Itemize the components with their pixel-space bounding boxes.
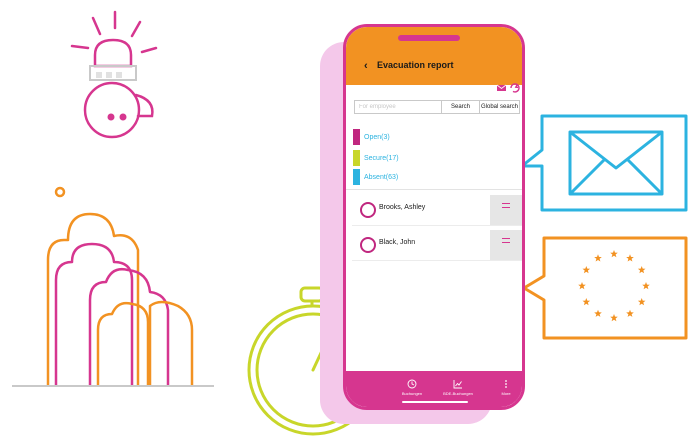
tab-more[interactable]: More	[486, 379, 522, 396]
row-menu-button[interactable]	[490, 230, 522, 260]
people-icon	[12, 186, 214, 387]
eu-stars-icon	[522, 236, 688, 340]
siren-icon	[70, 10, 158, 139]
status-label: Secure(17)	[364, 154, 399, 162]
tab-label: Buchungen	[401, 391, 423, 396]
home-indicator	[402, 401, 468, 403]
search-button[interactable]: Search	[441, 101, 479, 113]
tab-label: BDE-Buchungen	[443, 391, 473, 396]
menu-icon	[502, 238, 510, 243]
list-item[interactable]: Black, John	[352, 230, 522, 261]
back-chevron-icon[interactable]: ‹	[364, 60, 368, 72]
employee-name: Brooks, Ashley	[379, 204, 426, 211]
status-color-bar	[353, 169, 360, 185]
row-menu-button[interactable]	[490, 195, 522, 225]
status-group-secure[interactable]: Secure(17)	[353, 150, 399, 166]
divider	[346, 189, 522, 190]
tab-bde-buchungen[interactable]: BDE-Buchungen	[438, 379, 478, 396]
app-header: ‹ Evacuation report	[346, 27, 522, 85]
toolbar-icons	[496, 83, 520, 93]
status-circle-icon	[360, 202, 376, 218]
status-group-absent[interactable]: Absent(63)	[353, 169, 398, 185]
list-item[interactable]: Brooks, Ashley	[352, 195, 522, 226]
phone-notch	[398, 35, 460, 41]
employee-search-input[interactable]	[355, 101, 441, 113]
bottom-tab-bar: Buchungen BDE-Buchungen More	[346, 371, 522, 407]
status-label: Open(3)	[364, 133, 390, 141]
chart-icon	[453, 380, 462, 389]
more-dots-icon	[505, 380, 507, 388]
tab-buchungen[interactable]: Buchungen	[392, 379, 432, 396]
mail-icon[interactable]	[496, 84, 507, 91]
tab-label: More	[501, 391, 511, 396]
page-title: Evacuation report	[377, 60, 454, 70]
phone-mockup: ‹ Evacuation report Search Global search…	[343, 24, 525, 410]
clock-icon	[407, 379, 417, 389]
status-label: Absent(63)	[364, 173, 399, 181]
status-color-bar	[353, 129, 360, 145]
global-search-button[interactable]: Global search	[479, 101, 519, 113]
status-circle-icon	[360, 237, 376, 253]
menu-icon	[502, 203, 510, 208]
status-group-open[interactable]: Open(3)	[353, 129, 390, 145]
refresh-icon[interactable]	[510, 83, 520, 93]
employee-name: Black, John	[379, 239, 416, 246]
search-bar: Search Global search	[354, 100, 520, 114]
status-color-bar	[353, 150, 360, 166]
envelope-icon	[520, 114, 688, 212]
